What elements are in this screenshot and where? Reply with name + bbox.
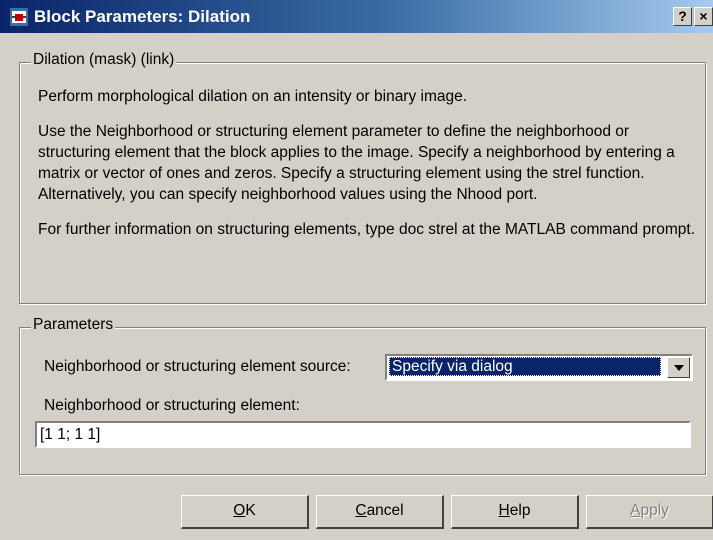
title-bar[interactable]: Block Parameters: Dilation ? × <box>0 0 713 33</box>
apply-label-rest: pply <box>640 502 669 519</box>
help-label-rest: elp <box>509 502 531 519</box>
parameters-group-label: Parameters <box>31 316 116 334</box>
close-button[interactable]: × <box>694 7 713 26</box>
description-group-label: Dilation (mask) (link) <box>31 51 177 69</box>
ok-label-rest: K <box>245 502 256 519</box>
source-label: Neighborhood or structuring element sour… <box>44 358 351 375</box>
description-text: Perform morphological dilation on an int… <box>38 86 698 254</box>
cancel-mnemonic: C <box>355 502 367 519</box>
apply-button[interactable]: Apply <box>586 495 713 529</box>
source-select[interactable]: Specify via dialog <box>385 354 693 381</box>
help-mnemonic: H <box>498 502 510 519</box>
chevron-down-icon[interactable] <box>667 357 690 378</box>
source-select-value: Specify via dialog <box>389 357 661 376</box>
description-paragraph: For further information on structuring e… <box>38 221 696 238</box>
cancel-button[interactable]: Cancel <box>316 495 444 529</box>
cancel-label-rest: ancel <box>366 502 404 519</box>
element-label: Neighborhood or structuring element: <box>44 397 300 414</box>
ok-mnemonic: O <box>233 502 246 519</box>
ok-button[interactable]: OK <box>181 495 309 529</box>
window-title: Block Parameters: Dilation <box>34 7 251 26</box>
apply-mnemonic: A <box>630 502 641 519</box>
description-paragraph: Perform morphological dilation on an int… <box>38 88 468 105</box>
description-paragraph: Use the Neighborhood or structuring elem… <box>38 123 675 203</box>
help-title-button[interactable]: ? <box>673 7 692 26</box>
help-button[interactable]: Help <box>451 495 579 529</box>
element-input[interactable]: [1 1; 1 1] <box>35 421 691 448</box>
simulink-block-icon <box>10 8 28 26</box>
